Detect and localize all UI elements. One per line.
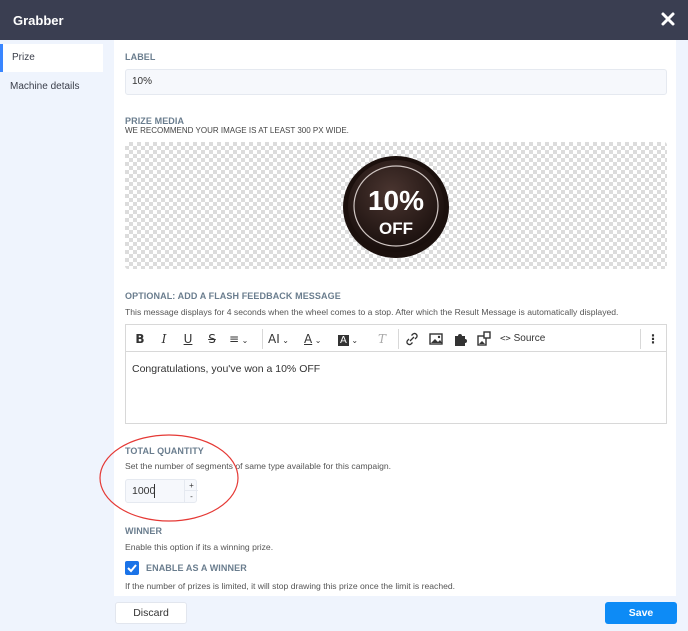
form-content: LABEL 10% PRIZE MEDIA WE RECOMMEND YOUR …: [114, 40, 676, 596]
link-icon[interactable]: [404, 330, 420, 348]
chevron-down-icon: ⌄: [279, 336, 289, 345]
bold-button[interactable]: B: [133, 330, 147, 348]
toolbar-divider: [640, 329, 641, 349]
image-icon[interactable]: [428, 330, 444, 348]
quantity-stepper[interactable]: 1000 + -: [125, 479, 198, 503]
stepper-buttons: + -: [184, 480, 198, 502]
prize-image-text-top: 10%: [368, 185, 424, 216]
font-color-dropdown[interactable]: A ⌄: [304, 330, 330, 348]
save-button[interactable]: Save: [605, 602, 677, 624]
close-icon[interactable]: [660, 11, 676, 27]
prize-image-text-bottom: OFF: [379, 219, 413, 238]
modal-header: Grabber: [0, 0, 688, 40]
checkmark-icon: [127, 564, 137, 573]
increment-button[interactable]: +: [185, 480, 198, 491]
prize-image: 10% OFF: [343, 156, 449, 258]
chevron-down-icon: ⌄: [348, 336, 359, 345]
winner-title: WINNER: [125, 526, 163, 536]
clear-format-button[interactable]: T: [374, 330, 390, 348]
winner-note: If the number of prizes is limited, it w…: [125, 581, 456, 591]
total-quantity-title: TOTAL QUANTITY: [125, 446, 204, 456]
underline-button[interactable]: U: [181, 330, 195, 348]
discard-button[interactable]: Discard: [115, 602, 187, 624]
align-dropdown[interactable]: ≡ ⌄: [229, 330, 255, 348]
sidebar: Prize Machine details: [0, 40, 103, 596]
decrement-button[interactable]: -: [185, 491, 198, 502]
plugin-icon[interactable]: [452, 330, 468, 348]
toolbar-divider: [262, 329, 263, 349]
prize-media-dropzone[interactable]: 10% OFF: [125, 142, 667, 269]
media-embed-icon[interactable]: [476, 330, 492, 348]
modal-title: Grabber: [13, 13, 64, 28]
prize-modal: Grabber Prize Machine details LABEL 10% …: [0, 0, 688, 631]
source-icon: <>: [500, 334, 511, 344]
label-input[interactable]: 10%: [125, 69, 667, 95]
modal-footer: Discard Save: [0, 596, 688, 631]
background-color-icon: A: [338, 335, 349, 346]
font-size-dropdown[interactable]: AI ⌄: [268, 330, 296, 348]
text-cursor: [154, 484, 155, 498]
source-label: Source: [513, 333, 546, 344]
strikethrough-button[interactable]: S: [205, 330, 219, 348]
sidebar-item-machine-details[interactable]: Machine details: [0, 73, 103, 101]
font-color-icon: A: [304, 332, 313, 346]
editor-toolbar: B I U S ≡ ⌄ AI ⌄ A ⌄ A ⌄ T <> Source ⋮: [126, 325, 666, 352]
total-quantity-help: Set the number of segments of same type …: [125, 461, 392, 471]
chevron-down-icon: ⌄: [312, 336, 322, 345]
quantity-value: 1000: [132, 485, 156, 497]
rich-text-editor: B I U S ≡ ⌄ AI ⌄ A ⌄ A ⌄ T <> Source ⋮ C…: [125, 324, 667, 424]
editor-content[interactable]: Congratulations, you've won a 10% OFF: [132, 363, 320, 375]
enable-winner-checkbox[interactable]: [125, 561, 139, 575]
label-field-title: LABEL: [125, 52, 156, 62]
toolbar-divider: [398, 329, 399, 349]
flash-message-help: This message displays for 4 seconds when…: [125, 307, 619, 317]
italic-button[interactable]: I: [157, 330, 171, 348]
background-color-dropdown[interactable]: A ⌄: [338, 330, 366, 348]
sidebar-item-prize[interactable]: Prize: [0, 44, 103, 72]
flash-message-title: OPTIONAL: ADD A FLASH FEEDBACK MESSAGE: [125, 291, 341, 301]
more-options-button[interactable]: ⋮: [646, 330, 660, 348]
enable-winner-label[interactable]: ENABLE AS A WINNER: [146, 563, 247, 573]
prize-media-title: PRIZE MEDIA: [125, 116, 185, 126]
align-icon: ≡: [229, 332, 240, 346]
source-button[interactable]: <> Source: [500, 330, 548, 348]
font-size-icon: AI: [268, 332, 280, 346]
chevron-down-icon: ⌄: [239, 336, 249, 345]
winner-help: Enable this option if its a winning priz…: [125, 542, 274, 552]
prize-media-help: WE RECOMMEND YOUR IMAGE IS AT LEAST 300 …: [125, 126, 349, 135]
